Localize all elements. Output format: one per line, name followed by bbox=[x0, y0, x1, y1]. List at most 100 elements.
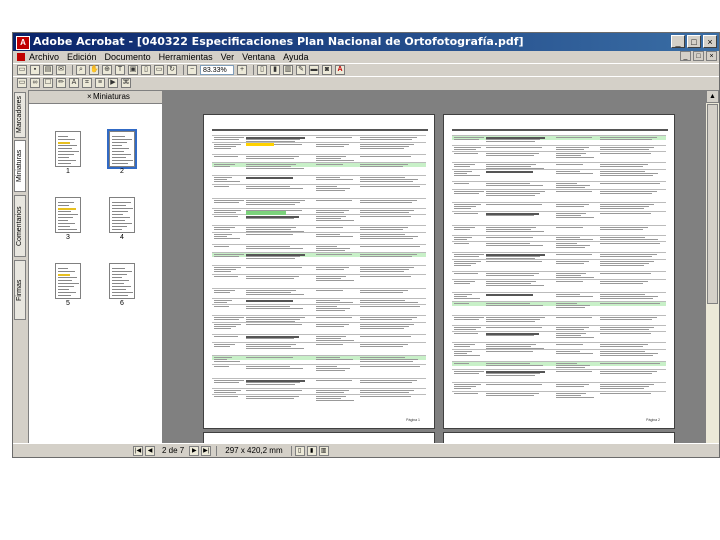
fit-width-icon[interactable]: ▭ bbox=[154, 65, 164, 75]
scroll-thumb[interactable] bbox=[707, 104, 718, 304]
acrobat-logo-icon[interactable]: A bbox=[335, 65, 345, 75]
crop-icon[interactable]: ⌗ bbox=[82, 78, 92, 88]
doc-restore-button[interactable]: □ bbox=[693, 51, 704, 61]
close-panel-icon[interactable]: × bbox=[87, 91, 92, 103]
zoom-icon[interactable]: ⊕ bbox=[102, 65, 112, 75]
single-page-icon[interactable]: ▯ bbox=[257, 65, 267, 75]
title-bar[interactable]: A Adobe Acrobat - [040322 Especificacion… bbox=[13, 33, 719, 51]
menu-ver[interactable]: Ver bbox=[221, 52, 235, 62]
minimize-button[interactable]: _ bbox=[671, 35, 685, 48]
page-indicator[interactable]: 2 de 7 bbox=[162, 446, 184, 455]
doc-minimize-button[interactable]: _ bbox=[680, 51, 691, 61]
facing-view-icon[interactable]: ▥ bbox=[318, 445, 329, 456]
tab-miniaturas[interactable]: Miniaturas bbox=[14, 140, 26, 192]
menu-ventana[interactable]: Ventana bbox=[242, 52, 275, 62]
page-text-line bbox=[454, 227, 475, 228]
page-text-line bbox=[214, 139, 239, 140]
fit-page-icon[interactable]: ▯ bbox=[141, 65, 151, 75]
zoom-in-icon[interactable]: + bbox=[237, 65, 247, 75]
article-icon[interactable]: ≡ bbox=[95, 78, 105, 88]
page-text-line bbox=[556, 397, 594, 398]
thumbnail-page[interactable] bbox=[55, 263, 81, 299]
thumbnail-page[interactable] bbox=[109, 263, 135, 299]
pdf-page-right[interactable]: Página 2 bbox=[443, 114, 675, 429]
page-table-row bbox=[212, 198, 426, 199]
page-text-line bbox=[556, 173, 593, 174]
vertical-scrollbar[interactable]: ▲ bbox=[705, 90, 719, 445]
menu-edicion[interactable]: Edición bbox=[67, 52, 97, 62]
prev-page-icon[interactable]: ◀ bbox=[145, 445, 155, 456]
thumbnail-page[interactable] bbox=[109, 197, 135, 233]
first-page-icon[interactable]: |◀ bbox=[133, 445, 143, 456]
save-icon[interactable]: ▪ bbox=[30, 65, 40, 75]
text-edit-icon[interactable]: A bbox=[69, 78, 79, 88]
single-page-view-icon[interactable]: ▯ bbox=[294, 445, 305, 456]
thumbnail-page[interactable] bbox=[55, 197, 81, 233]
text-select-icon[interactable]: T bbox=[115, 65, 125, 75]
page-text-line bbox=[486, 395, 534, 396]
print-icon[interactable]: ▤ bbox=[43, 65, 53, 75]
doc-close-button[interactable]: × bbox=[706, 51, 717, 61]
document-view[interactable]: Página 1 Página 2 bbox=[163, 90, 719, 445]
page-text-line bbox=[556, 247, 585, 248]
snapshot-icon[interactable]: ▣ bbox=[128, 65, 138, 75]
next-page-icon[interactable]: ▶ bbox=[189, 445, 200, 456]
note-icon[interactable]: ▭ bbox=[17, 78, 27, 88]
touchup-icon[interactable]: ⌘ bbox=[121, 78, 131, 88]
continuous-view-icon[interactable]: ▮ bbox=[306, 445, 317, 456]
page-text-line bbox=[556, 204, 589, 205]
link-icon[interactable]: ∞ bbox=[30, 78, 40, 88]
zoom-level-field[interactable]: 83.33% bbox=[200, 65, 234, 75]
thumbnail-page[interactable] bbox=[55, 131, 81, 167]
page-text-line bbox=[360, 256, 412, 257]
stamp-icon[interactable]: ◙ bbox=[322, 65, 332, 75]
page-text-line bbox=[486, 275, 534, 276]
open-icon[interactable]: ▭ bbox=[17, 65, 27, 75]
menu-ayuda[interactable]: Ayuda bbox=[283, 52, 308, 62]
page-text-line bbox=[600, 294, 645, 295]
search-icon[interactable]: ⌕ bbox=[76, 65, 86, 75]
menu-archivo[interactable]: Archivo bbox=[29, 52, 59, 62]
toolbar-secondary: ▭ ∞ ☐ ✏ A ⌗ ≡ ▶ ⌘ bbox=[13, 76, 719, 89]
tab-marcadores[interactable]: Marcadores bbox=[14, 92, 26, 138]
thumbnails-title[interactable]: Miniaturas bbox=[93, 92, 130, 101]
continuous-icon[interactable]: ▮ bbox=[270, 65, 280, 75]
page-table-row bbox=[212, 304, 426, 305]
pencil-icon[interactable]: ✏ bbox=[56, 78, 66, 88]
menu-herramientas[interactable]: Herramientas bbox=[159, 52, 213, 62]
facing-pages-icon[interactable]: ▥ bbox=[283, 65, 293, 75]
movie-icon[interactable]: ▶ bbox=[108, 78, 118, 88]
thumbnail-line bbox=[58, 268, 68, 269]
page-text-line bbox=[600, 256, 652, 257]
hand-tool-icon[interactable]: ✋ bbox=[89, 65, 99, 75]
page-text-line bbox=[316, 366, 337, 367]
acrobat-app-icon[interactable]: A bbox=[16, 36, 30, 50]
page-text-line bbox=[486, 147, 542, 148]
document-menu-icon[interactable] bbox=[17, 53, 25, 61]
pdf-page-left[interactable]: Página 1 bbox=[203, 114, 435, 429]
page-text-line bbox=[214, 300, 232, 301]
close-button[interactable]: × bbox=[703, 35, 717, 48]
highlight-icon[interactable]: ▬ bbox=[309, 65, 319, 75]
scroll-up-icon[interactable]: ▲ bbox=[706, 90, 719, 103]
page-text-line bbox=[360, 382, 412, 383]
rotate-icon[interactable]: ↻ bbox=[167, 65, 177, 75]
page-text-line bbox=[486, 285, 544, 286]
email-icon[interactable]: ✉ bbox=[56, 65, 66, 75]
zoom-out-icon[interactable]: − bbox=[187, 65, 197, 75]
form-icon[interactable]: ☐ bbox=[43, 78, 53, 88]
comment-icon[interactable]: ✎ bbox=[296, 65, 306, 75]
page-text-line bbox=[600, 355, 653, 356]
tab-comentarios[interactable]: Comentarios bbox=[14, 195, 26, 257]
page-text-line bbox=[600, 139, 652, 140]
menu-documento[interactable]: Documento bbox=[105, 52, 151, 62]
last-page-icon[interactable]: ▶| bbox=[201, 445, 212, 456]
thumbnail-line bbox=[112, 298, 123, 299]
page-text-line bbox=[316, 302, 353, 303]
maximize-button[interactable]: □ bbox=[687, 35, 701, 48]
page-text-line bbox=[214, 328, 231, 329]
tab-firmas[interactable]: Firmas bbox=[14, 260, 26, 320]
page-text-line bbox=[246, 186, 290, 187]
page-text-line bbox=[454, 351, 472, 352]
thumbnail-page[interactable] bbox=[107, 129, 137, 169]
